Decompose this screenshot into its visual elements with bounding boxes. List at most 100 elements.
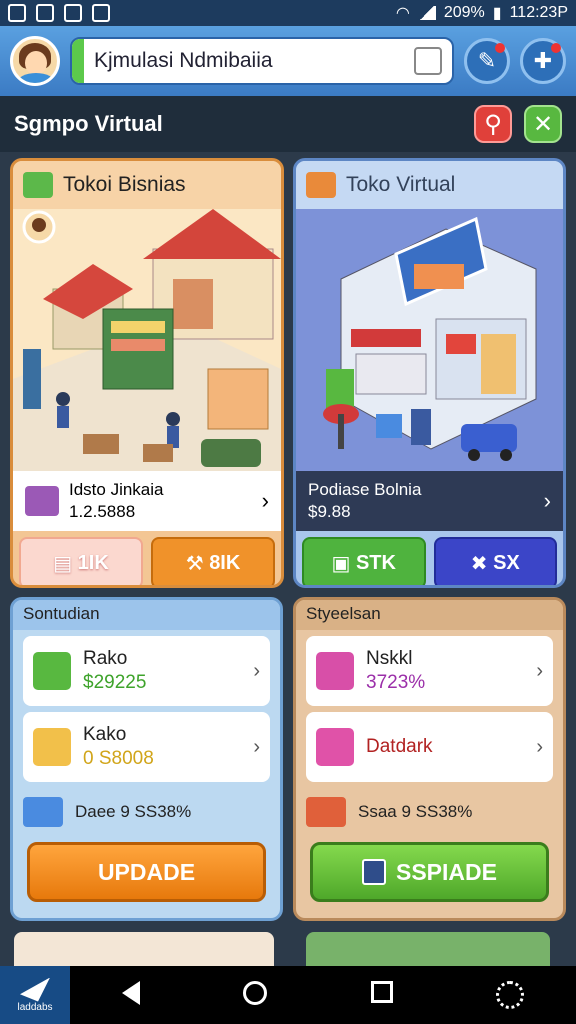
clock: 112:23P (509, 4, 568, 21)
card-info-row[interactable]: Idsto Jinkaia 1.2.5888 › (13, 471, 281, 531)
action-button[interactable]: ⚒ 8IK (151, 537, 275, 585)
card-header: Toko Virtual (296, 161, 563, 209)
card-header: Tokoi Bisnias (13, 161, 281, 209)
section-header: Sgmpo Virtual ⚲ ✕ (0, 96, 576, 152)
list-item[interactable]: Datdark › (306, 712, 553, 782)
update-button[interactable]: UPDADE (27, 842, 266, 902)
recents-icon[interactable] (370, 981, 393, 1003)
cross-icon: ✖ (470, 552, 494, 575)
next-card-peek (14, 932, 274, 966)
tag-icon (362, 859, 386, 885)
footer-row: Daee 9 SS38% (23, 794, 270, 830)
battery-level: 209% (443, 4, 485, 21)
add-button[interactable]: ✚ (520, 38, 566, 84)
button-label: 8IK (209, 551, 241, 574)
store-scene-illustration (296, 209, 563, 471)
action-button[interactable]: ▣ STK (302, 537, 426, 585)
gallery-icon (8, 4, 26, 22)
van-icon (23, 797, 63, 827)
shield-icon (64, 4, 82, 22)
chevron-right-icon: › (536, 659, 543, 682)
action-button[interactable]: ✖ SX (433, 537, 557, 585)
app-shortcut-label: laddabs (17, 1001, 53, 1013)
tool-icon: ⚒ (185, 552, 210, 575)
search-button[interactable]: ⚲ (474, 105, 512, 143)
image-icon (92, 4, 110, 22)
section-title: Sgmpo Virtual (14, 111, 163, 136)
plus-icon: ✚ (533, 48, 553, 73)
system-nav-bar: laddabs (0, 966, 576, 1024)
footer-text: Ssaa 9 SS38% (358, 802, 473, 821)
footer-text: Daee 9 SS38% (75, 802, 192, 821)
button-label: SSPIADE (396, 858, 497, 885)
box-icon (33, 652, 71, 690)
item-name: Rako (83, 648, 128, 669)
battery-icon: ▮ (492, 5, 502, 22)
list-item[interactable]: Rako $29225 › (23, 636, 270, 706)
truck-icon (23, 172, 53, 198)
device-icon (316, 728, 354, 766)
avatar[interactable] (10, 36, 60, 86)
chevron-right-icon: › (536, 735, 543, 758)
compass-icon: ✎ (477, 48, 497, 73)
item-value: 0 S8008 (83, 748, 154, 769)
notification-dot (495, 43, 505, 53)
document-icon: ▤ (53, 552, 78, 575)
virtual-store-card[interactable]: Toko Virtual Podiase Bolnia $9.88 › ▣ ST… (293, 158, 566, 588)
button-label: STK (355, 551, 396, 574)
business-scene-illustration (13, 209, 281, 471)
chevron-right-icon: › (253, 659, 260, 682)
item-value: $29225 (83, 672, 147, 693)
back-icon[interactable] (121, 981, 140, 1005)
grid-icon (36, 4, 54, 22)
info-title: Idsto Jinkaia (69, 480, 164, 499)
bird-icon (20, 977, 50, 1002)
truck-icon (306, 172, 336, 198)
cart-icon: ▣ (331, 552, 356, 575)
info-value: $9.88 (308, 502, 351, 521)
panel-title: Styeelsan (296, 600, 563, 630)
chevron-right-icon: › (261, 488, 269, 513)
info-title: Podiase Bolnia (308, 480, 422, 499)
ledger-icon (33, 728, 71, 766)
app-title-bar: Kjmulasi Ndmibaiia (70, 37, 454, 85)
chevron-right-icon: › (543, 488, 551, 513)
item-name: Datdark (366, 736, 433, 757)
card-info-row[interactable]: Podiase Bolnia $9.88 › (296, 471, 563, 531)
notification-dot (551, 43, 561, 53)
compass-button[interactable]: ✎ (464, 38, 510, 84)
item-name: Nskkl (366, 648, 413, 669)
panel-title: Sontudian (13, 600, 280, 630)
top-bar: Kjmulasi Ndmibaiia ✎ ✚ (0, 26, 576, 96)
chevron-right-icon: › (253, 735, 260, 758)
app-title: Kjmulasi Ndmibaiia (94, 49, 273, 72)
settings-icon[interactable] (496, 981, 525, 1009)
wifi-icon: ◠ (395, 5, 410, 22)
signal-icon (417, 6, 436, 20)
close-button[interactable]: ✕ (524, 105, 562, 143)
close-icon: ✕ (532, 110, 554, 138)
info-value: 1.2.5888 (69, 502, 136, 521)
status-bar: ◠ 209% ▮ 112:23P (0, 0, 576, 26)
business-card[interactable]: Tokoi Bisnias Idsto Jinkaia 1.2.5888 › ▤… (10, 158, 284, 588)
left-panel: Sontudian Rako $29225 › Kako 0 S8008 › D… (10, 597, 283, 921)
update-button[interactable]: SSPIADE (310, 842, 549, 902)
item-value: 3723% (366, 672, 426, 693)
list-item[interactable]: Nskkl 3723% › (306, 636, 553, 706)
button-label: 1IK (77, 551, 109, 574)
home-icon[interactable] (243, 981, 268, 1005)
next-card-peek (306, 932, 550, 966)
button-label: UPDADE (97, 858, 196, 885)
search-icon: ⚲ (484, 110, 502, 138)
basket-icon (25, 486, 59, 516)
list-item[interactable]: Kako 0 S8008 › (23, 712, 270, 782)
cart-icon (306, 797, 346, 827)
box-icon (316, 652, 354, 690)
card-title: Toko Virtual (346, 173, 456, 196)
footer-row: Ssaa 9 SS38% (306, 794, 553, 830)
action-button[interactable]: ▤ 1IK (19, 537, 143, 585)
shopping-bag-icon[interactable] (414, 47, 442, 75)
item-name: Kako (83, 724, 127, 745)
card-title: Tokoi Bisnias (63, 173, 186, 196)
app-shortcut[interactable]: laddabs (0, 966, 70, 1024)
